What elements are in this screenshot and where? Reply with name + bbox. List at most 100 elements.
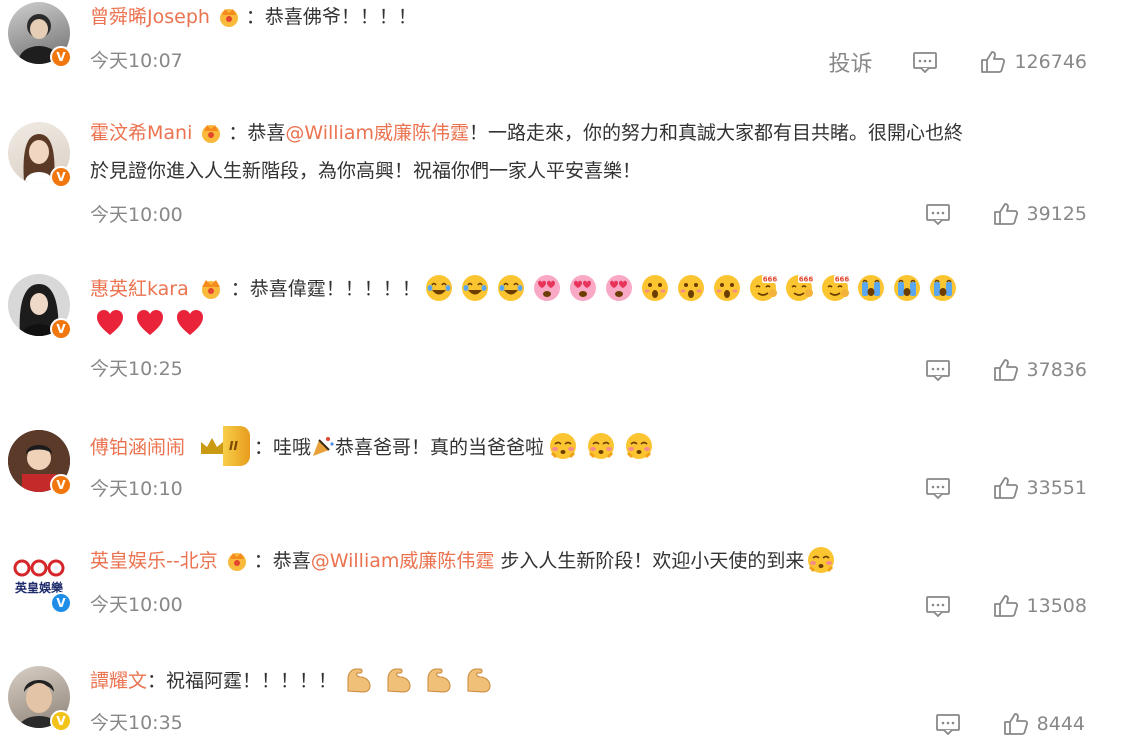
reply-button[interactable] (925, 203, 959, 225)
crown-icon (201, 279, 220, 299)
flex-arm-emoji-icon (467, 668, 491, 693)
comment-icon (925, 478, 950, 499)
red-heart-emoji-icon (137, 310, 163, 335)
reply-button[interactable] (925, 595, 959, 617)
svg-text:666: 666 (798, 275, 813, 283)
heart-eyes-emoji-icon (569, 274, 596, 301)
verified-badge-icon: V (50, 710, 72, 732)
like-count: 39125 (1026, 203, 1087, 225)
verified-badge-icon: V (50, 166, 72, 188)
666-emoji-icon: 666 (785, 274, 814, 301)
flex-arm-emoji-icon (387, 668, 411, 693)
comment-icon (925, 204, 950, 225)
laugh-cry-emoji-icon (461, 274, 488, 301)
like-count: 13508 (1026, 595, 1087, 617)
laugh-cry-emoji-icon (425, 274, 452, 301)
thumbs-up-icon (981, 51, 1006, 73)
comment-text: ：恭喜佛爷！！！！ (245, 6, 417, 28)
verified-badge-icon: V (50, 318, 72, 340)
comment-text: ！一路走來，你的努力和真誠大家都有目共睹。很開心也終 (469, 122, 964, 144)
kiss-blush-emoji-icon (587, 433, 614, 459)
mention-link[interactable]: @William威廉陈伟霆 (285, 122, 469, 144)
kiss-blush-emoji-icon (625, 433, 652, 459)
mention-link[interactable]: @William威廉陈伟霆 (311, 550, 495, 572)
reply-button[interactable] (925, 359, 959, 381)
comment-text: 步入人生新阶段！欢迎小天使的到来 (494, 550, 805, 572)
like-count: 8444 (1036, 713, 1085, 735)
username[interactable]: 霍汶希Mani (90, 122, 192, 144)
username[interactable]: 傅铂涵闹闹 (90, 437, 185, 459)
flex-arm-emoji-icon (347, 668, 371, 693)
timestamp: 今天10:00 (90, 204, 183, 226)
comment-icon (925, 596, 950, 617)
heart-eyes-emoji-icon (533, 274, 560, 301)
like-button[interactable]: 13508 (993, 594, 1087, 618)
cry-emoji-icon (929, 274, 956, 301)
like-button[interactable]: 37836 (993, 358, 1087, 382)
username[interactable]: 英皇娱乐--北京 (90, 550, 218, 572)
cry-emoji-icon (893, 274, 920, 301)
comment-text: ：恭喜偉霆！！！！！ (230, 278, 421, 300)
party-popper-icon (312, 437, 334, 456)
red-heart-emoji-icon (177, 310, 203, 335)
crown-icon (227, 552, 246, 571)
surprised-emoji-icon (641, 274, 668, 301)
timestamp: 今天10:07 (90, 50, 183, 72)
avatar[interactable]: V (8, 2, 72, 68)
avatar[interactable]: 英皇娛樂 V (8, 548, 72, 614)
666-emoji-icon: 666 (821, 274, 850, 301)
verified-badge-icon: V (50, 592, 72, 614)
verified-badge-icon: V (50, 46, 72, 68)
comment-text: ：哇哦 (253, 436, 311, 459)
like-button[interactable]: 39125 (993, 202, 1087, 226)
kiss-blush-emoji-icon (808, 546, 835, 573)
comment-text: ：恭喜 (253, 550, 311, 572)
crown-icon (201, 438, 224, 454)
like-count: 126746 (1014, 51, 1087, 73)
svg-text:666: 666 (834, 275, 849, 283)
thumbs-up-icon (993, 595, 1018, 617)
timestamp: 今天10:35 (90, 712, 183, 734)
like-button[interactable]: 33551 (993, 476, 1087, 500)
like-button[interactable]: 126746 (980, 50, 1087, 74)
heart-eyes-emoji-icon (605, 274, 632, 301)
timestamp: 今天10:25 (90, 358, 183, 380)
timestamp: 今天10:10 (90, 478, 183, 500)
avatar[interactable]: V (8, 274, 72, 340)
laugh-cry-emoji-icon (497, 274, 524, 301)
comment-text: 恭喜爸哥！真的当爸爸啦 (334, 436, 544, 459)
username[interactable]: 惠英紅kara (90, 278, 189, 300)
avatar[interactable]: V (8, 666, 72, 732)
report-button[interactable]: 投诉 (828, 46, 872, 78)
surprised-emoji-icon (713, 274, 740, 301)
thumbs-up-icon (993, 477, 1018, 499)
like-count: 33551 (1026, 477, 1087, 499)
reply-button[interactable] (912, 51, 946, 73)
reply-button[interactable] (925, 477, 959, 499)
avatar[interactable]: V (8, 430, 72, 496)
reply-button[interactable] (935, 713, 969, 735)
thumbs-up-icon (993, 359, 1018, 381)
comment-text: ：恭喜 (228, 122, 286, 144)
crown-icon (202, 124, 221, 143)
thumbs-up-icon (993, 203, 1018, 225)
kiss-blush-emoji-icon (549, 433, 576, 459)
member-level-badge: II (199, 426, 250, 466)
comment-icon (935, 714, 960, 735)
timestamp: 今天10:00 (90, 594, 183, 616)
surprised-emoji-icon (677, 274, 704, 301)
like-count: 37836 (1026, 359, 1087, 381)
red-heart-emoji-icon (97, 310, 123, 335)
username[interactable]: 譚耀文 (90, 670, 147, 692)
like-button[interactable]: 8444 (1003, 712, 1085, 736)
crown-icon (219, 8, 238, 27)
verified-badge-icon: V (50, 474, 72, 496)
666-emoji-icon: 666 (749, 274, 778, 301)
username[interactable]: 曾舜晞Joseph (90, 6, 210, 28)
comment-icon (925, 360, 950, 381)
avatar[interactable]: V (8, 122, 72, 188)
comment-icon (913, 52, 938, 73)
cry-emoji-icon (857, 274, 884, 301)
comment-text: ：祝福阿霆！！！！！ (147, 670, 338, 692)
thumbs-up-icon (1003, 713, 1028, 735)
